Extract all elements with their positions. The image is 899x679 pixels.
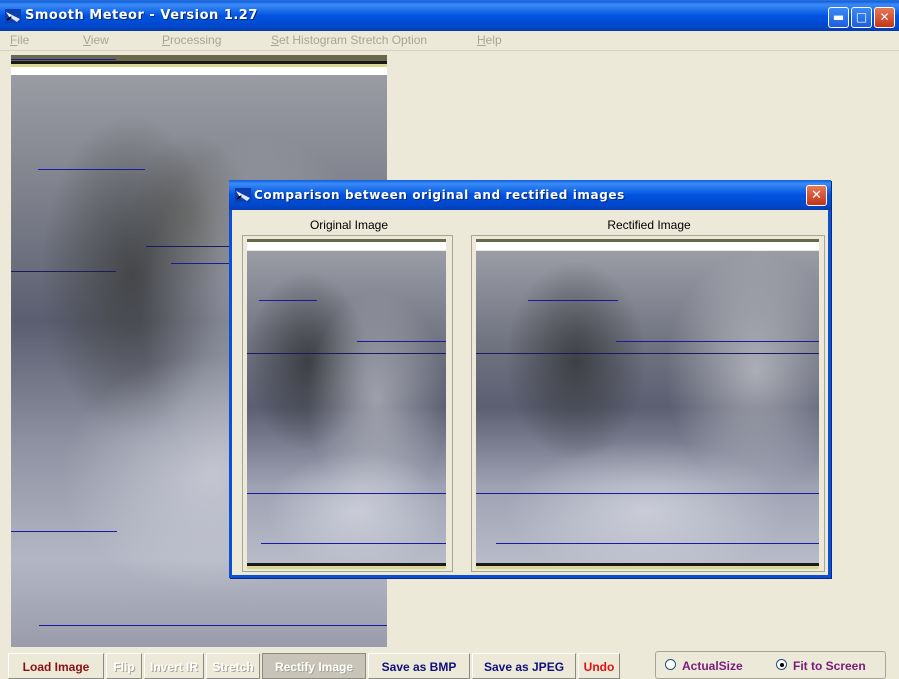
- original-image-panel: [242, 235, 453, 572]
- menu-file[interactable]: File: [10, 33, 29, 47]
- fit-to-screen-label[interactable]: Fit to Screen: [793, 659, 866, 673]
- satellite-app-icon: [5, 9, 21, 23]
- invert-ir-button[interactable]: Invert IR: [144, 653, 204, 679]
- scan-line: [38, 169, 145, 170]
- window-titlebar[interactable]: Smooth Meteor - Version 1.27 ▬ □ ✕: [0, 0, 899, 31]
- rectify-image-button[interactable]: Rectify Image: [262, 653, 366, 679]
- close-icon: ✕: [811, 188, 822, 203]
- minimize-button[interactable]: ▬: [828, 7, 849, 28]
- maximize-icon: □: [855, 10, 868, 24]
- rectified-image-label: Rectified Image: [607, 218, 691, 232]
- original-image-label: Original Image: [309, 218, 389, 232]
- bottom-toolbar: Load Image Flip Invert IR Stretch Rectif…: [8, 653, 628, 679]
- dialog-titlebar[interactable]: Comparison between original and rectifie…: [229, 180, 831, 210]
- image-header-band: [11, 67, 387, 75]
- load-image-button[interactable]: Load Image: [8, 653, 104, 679]
- save-bmp-button[interactable]: Save as BMP: [368, 653, 470, 679]
- fit-to-screen-radio[interactable]: [776, 659, 787, 670]
- menu-view[interactable]: View: [83, 33, 109, 47]
- minimize-icon: ▬: [832, 10, 845, 24]
- rectified-image-panel: [471, 235, 825, 572]
- menu-processing[interactable]: Processing: [162, 33, 221, 47]
- close-icon: ✕: [879, 10, 890, 24]
- rectified-image: [476, 251, 819, 563]
- menubar: File View Processing Set Histogram Stret…: [0, 31, 899, 51]
- dialog-close-button[interactable]: ✕: [806, 185, 827, 206]
- dialog-title: Comparison between original and rectifie…: [254, 188, 625, 202]
- save-jpeg-button[interactable]: Save as JPEG: [472, 653, 576, 679]
- stretch-button[interactable]: Stretch: [206, 653, 260, 679]
- satellite-app-icon: [235, 188, 251, 202]
- close-button[interactable]: ✕: [874, 7, 895, 28]
- view-size-group: ActualSize Fit to Screen: [655, 651, 886, 679]
- maximize-button[interactable]: □: [851, 7, 872, 28]
- scan-line: [11, 271, 116, 272]
- scan-line: [11, 59, 116, 60]
- flip-button[interactable]: Flip: [106, 653, 142, 679]
- undo-button[interactable]: Undo: [578, 653, 620, 679]
- scan-line: [11, 531, 117, 532]
- actual-size-radio[interactable]: [665, 659, 676, 670]
- scan-line: [39, 625, 387, 626]
- actual-size-label[interactable]: ActualSize: [682, 659, 743, 673]
- window-title: Smooth Meteor - Version 1.27: [25, 8, 258, 23]
- original-image: [247, 251, 446, 563]
- menu-help[interactable]: Help: [477, 33, 502, 47]
- comparison-dialog: Comparison between original and rectifie…: [229, 180, 831, 578]
- menu-histogram-stretch[interactable]: Set Histogram Stretch Option: [271, 33, 427, 47]
